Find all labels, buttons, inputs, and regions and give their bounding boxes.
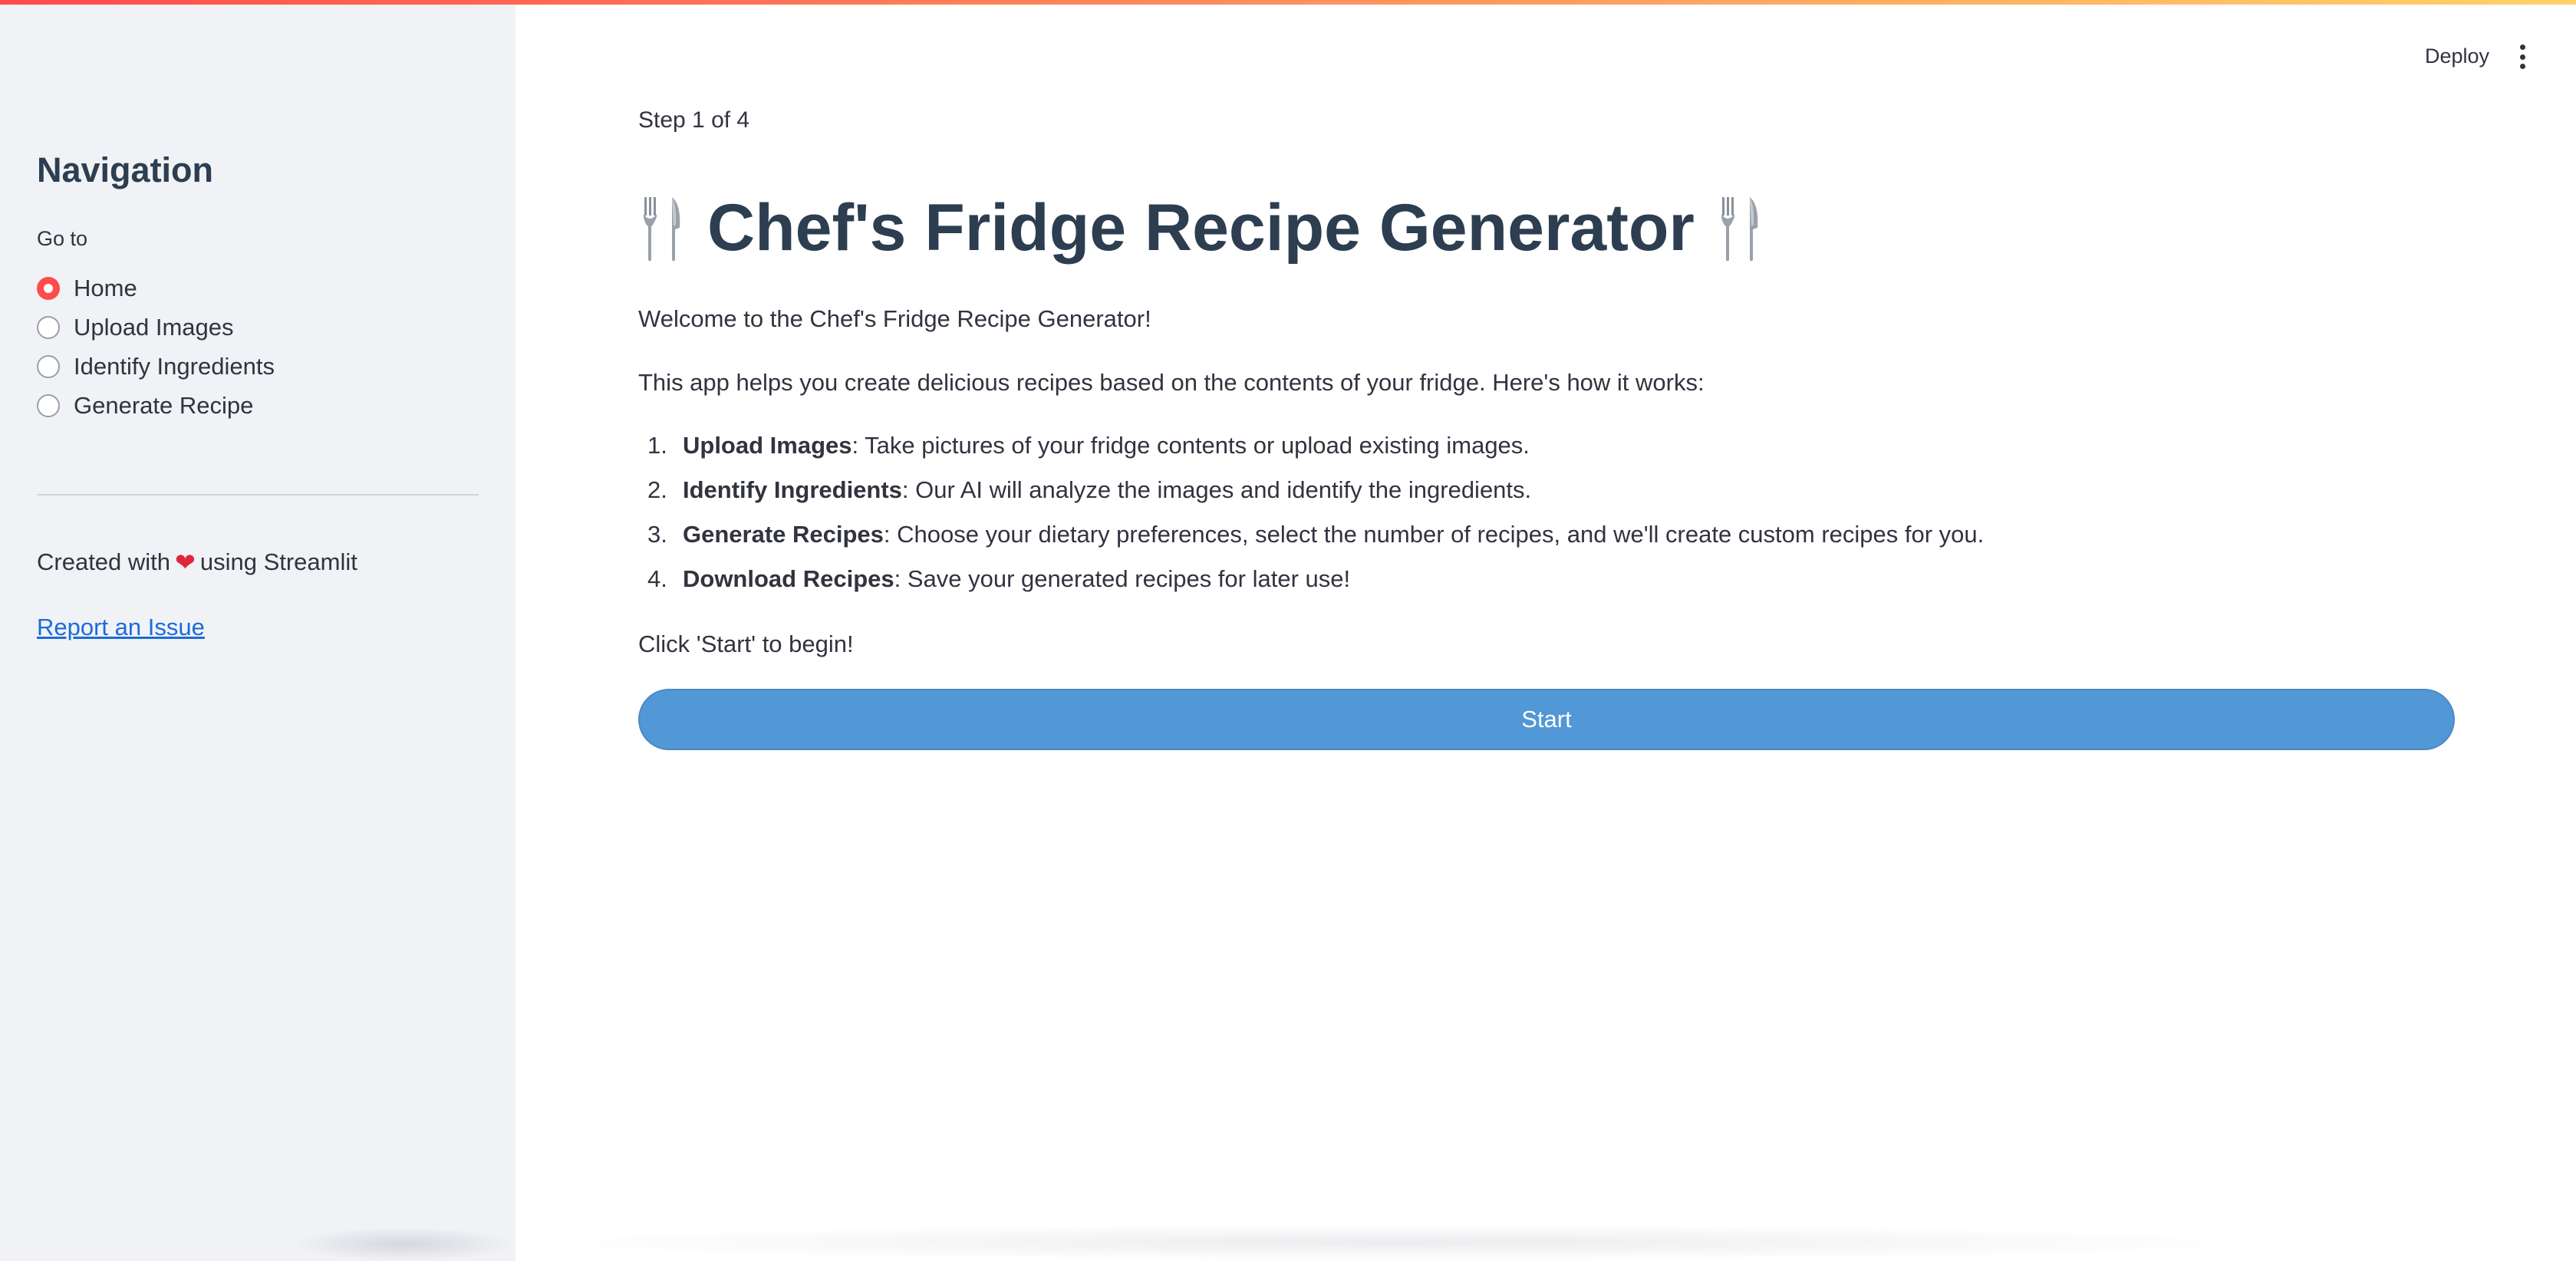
step-description: : Choose your dietary preferences, selec…	[883, 521, 1985, 548]
list-item: 3. Generate Recipes: Choose your dietary…	[638, 521, 1984, 565]
intro-text: This app helps you create delicious reci…	[638, 369, 1705, 396]
created-suffix: using Streamlit	[199, 548, 357, 575]
step-title: Identify Ingredients	[683, 476, 902, 503]
step-description: : Our AI will analyze the images and ide…	[901, 476, 1532, 503]
sidebar-bottom-shadow	[292, 1227, 516, 1261]
app-container: Navigation Go to Home Upload Images Iden…	[0, 0, 2576, 1261]
radio-option-upload-images[interactable]: Upload Images	[37, 308, 275, 347]
radio-group-label: Go to	[37, 227, 88, 250]
step-number: 1.	[647, 432, 667, 459]
radio-option-label: Home	[74, 274, 137, 301]
start-button[interactable]: Start	[638, 689, 2455, 750]
step-indicator: Step 1 of 4	[638, 107, 750, 133]
main-bottom-shadow	[516, 1224, 2280, 1261]
list-item: 1. Upload Images: Take pictures of your …	[638, 432, 1984, 476]
steps-list: 1. Upload Images: Take pictures of your …	[638, 432, 1984, 610]
fork-and-knife-icon	[638, 194, 686, 263]
begin-text: Click 'Start' to begin!	[638, 630, 854, 657]
top-decoration-bar	[0, 0, 2576, 5]
welcome-text: Welcome to the Chef's Fridge Recipe Gene…	[638, 305, 1151, 332]
navigation-radio-group: Home Upload Images Identify Ingredients …	[37, 268, 275, 425]
radio-button[interactable]	[37, 354, 60, 378]
step-number: 3.	[647, 521, 667, 548]
step-number: 4.	[647, 565, 667, 592]
page-title: Chef's Fridge Recipe Generator	[638, 190, 1764, 266]
list-item: 2. Identify Ingredients: Our AI will ana…	[638, 476, 1984, 521]
radio-option-generate-recipe[interactable]: Generate Recipe	[37, 386, 275, 425]
step-title: Download Recipes	[683, 565, 894, 592]
radio-option-label: Upload Images	[74, 313, 234, 341]
step-title: Generate Recipes	[683, 521, 884, 548]
radio-option-label: Generate Recipe	[74, 391, 254, 419]
main-content: Deploy Step 1 of 4 Chef's Fridge Recipe …	[516, 0, 2576, 1261]
radio-option-identify-ingredients[interactable]: Identify Ingredients	[37, 347, 275, 386]
step-title: Upload Images	[683, 432, 852, 459]
radio-option-home[interactable]: Home	[37, 268, 275, 308]
created-with-text: Created with ❤ using Streamlit	[37, 548, 357, 577]
radio-button-checked[interactable]	[37, 276, 60, 300]
sidebar-divider	[37, 494, 479, 496]
radio-button[interactable]	[37, 393, 60, 417]
created-prefix: Created with	[37, 548, 171, 575]
step-description: : Save your generated recipes for later …	[894, 565, 1351, 592]
heart-icon: ❤	[175, 548, 196, 576]
step-description: : Take pictures of your fridge contents …	[852, 432, 1530, 459]
deploy-button[interactable]: Deploy	[2425, 44, 2489, 68]
more-vertical-icon[interactable]	[2515, 44, 2530, 69]
list-item: 4. Download Recipes: Save your generated…	[638, 565, 1984, 610]
radio-option-label: Identify Ingredients	[74, 352, 275, 380]
sidebar: Navigation Go to Home Upload Images Iden…	[0, 0, 516, 1261]
sidebar-title: Navigation	[37, 150, 214, 189]
report-issue-link[interactable]: Report an Issue	[37, 614, 205, 641]
fork-and-knife-icon	[1716, 194, 1764, 263]
page-title-text: Chef's Fridge Recipe Generator	[707, 191, 1695, 265]
radio-button[interactable]	[37, 315, 60, 339]
step-number: 2.	[647, 476, 667, 503]
